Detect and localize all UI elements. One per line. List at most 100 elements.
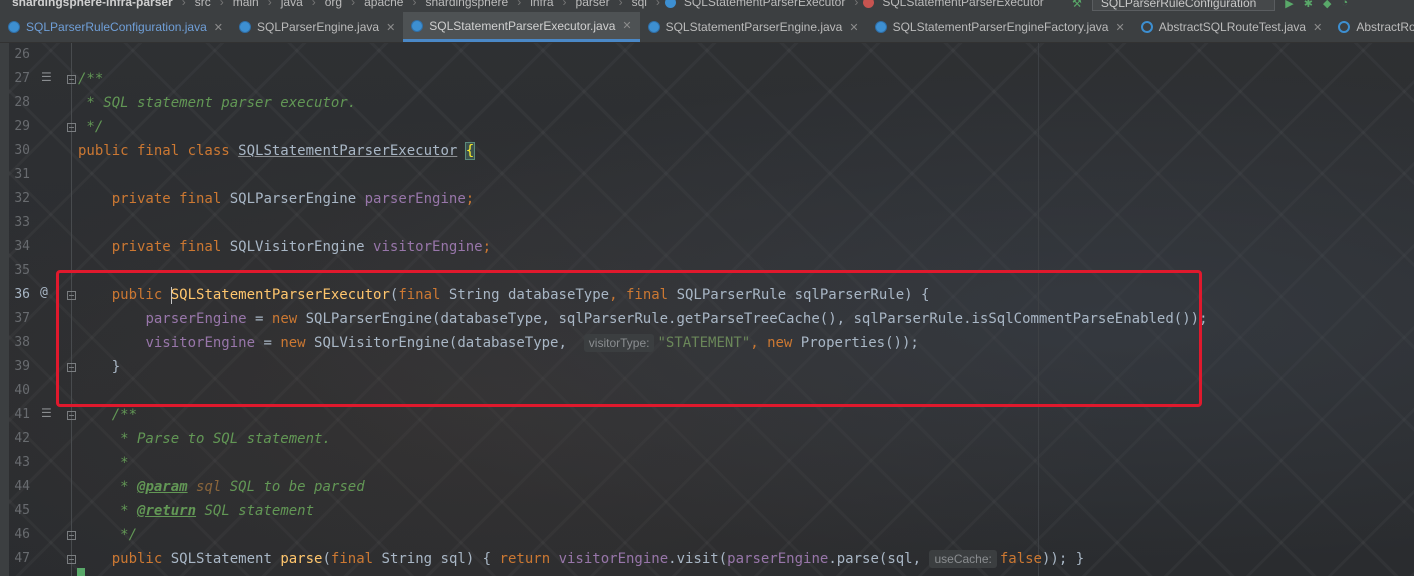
breadcrumb-separator: › <box>219 0 224 9</box>
tab-abstractsqlroutetest[interactable]: AbstractSQLRouteTest.java ✕ <box>1133 12 1331 42</box>
breadcrumb-separator: › <box>181 0 186 9</box>
tab-label: AbstractRoutingE <box>1356 20 1414 34</box>
coverage-icon[interactable]: ◆ <box>1323 0 1331 10</box>
javadoc-param-name: sql <box>196 479 222 495</box>
type-name[interactable]: SQLVisitorEngine <box>230 239 365 255</box>
breadcrumb-src[interactable]: src <box>191 0 215 9</box>
editor-tab-bar: SQLParserRuleConfiguration.java ✕ SQLPar… <box>0 12 1414 43</box>
breadcrumb-class[interactable]: SQLStatementParserExecutor <box>680 0 849 9</box>
brace: { <box>464 142 476 160</box>
comment: * SQL statement parser executor. <box>78 95 357 111</box>
code-line-47: public SQLStatement parse(final String s… <box>111 550 1085 568</box>
run-icon[interactable]: ▶ <box>1285 0 1293 10</box>
breadcrumb-separator: › <box>655 0 660 9</box>
tab-sqlstatementparserenginefactory[interactable]: SQLStatementParserEngineFactory.java ✕ <box>867 12 1133 42</box>
parameter-hint: useCache: <box>929 550 997 568</box>
javadoc-tag: @param <box>137 479 188 495</box>
close-icon[interactable]: ✕ <box>849 21 858 34</box>
abstract-class-icon <box>1338 21 1351 33</box>
code-line-34: private final SQLVisitorEngine visitorEn… <box>78 235 491 259</box>
comment: */ <box>78 119 104 135</box>
class-name[interactable]: SQLStatementParserExecutor <box>238 143 457 159</box>
semicolon: ; <box>482 239 492 255</box>
tab-label: SQLParserRuleConfiguration.java <box>26 20 207 34</box>
semicolon: ; <box>465 191 475 207</box>
keyword: false <box>999 551 1042 567</box>
tab-sqlparserruleconfiguration[interactable]: SQLParserRuleConfiguration.java ✕ <box>0 12 231 42</box>
code-line-32: private final SQLParserEngine parserEngi… <box>78 187 474 211</box>
tab-abstractrouting[interactable]: AbstractRoutingE <box>1330 12 1414 42</box>
keyword: private final <box>111 239 222 255</box>
breadcrumb-project[interactable]: shardingsphere-infra-parser <box>8 0 177 9</box>
code-line-27: /** <box>78 67 103 91</box>
comment: * <box>111 479 138 495</box>
method-icon <box>863 0 875 8</box>
class-icon <box>874 21 887 33</box>
comment: */ <box>111 527 138 543</box>
tab-sqlparserengine[interactable]: SQLParserEngine.java ✕ <box>231 12 403 42</box>
keyword: final <box>330 551 374 567</box>
hammer-icon[interactable]: ⚒ <box>1072 0 1082 10</box>
close-icon[interactable]: ✕ <box>214 21 223 34</box>
breadcrumb-main[interactable]: main <box>229 0 263 9</box>
navigation-bar: shardingsphere-infra-parser › src › main… <box>0 0 1414 12</box>
breadcrumb-parser[interactable]: parser <box>572 0 614 9</box>
close-icon[interactable]: ✕ <box>386 21 395 34</box>
change-marker <box>77 568 85 576</box>
field-name[interactable]: visitorEngine <box>559 551 669 567</box>
class-icon <box>664 0 676 8</box>
field-name[interactable]: parserEngine <box>727 551 828 567</box>
field-name[interactable]: visitorEngine <box>373 239 483 255</box>
code-line-30: public final class SQLStatementParserExe… <box>78 139 476 163</box>
breadcrumb-java[interactable]: java <box>277 0 307 9</box>
class-icon <box>238 21 251 33</box>
tab-sqlstatementparserexecutor[interactable]: SQLStatementParserExecutor.java ✕ <box>403 12 640 42</box>
tab-label: SQLStatementParserEngineFactory.java <box>892 20 1109 34</box>
code-line-43: * <box>78 451 129 475</box>
class-icon <box>8 21 20 33</box>
breadcrumb-apache[interactable]: apache <box>360 0 407 9</box>
expression: .parse(sql, <box>828 551 922 567</box>
breadcrumb: shardingsphere-infra-parser › src › main… <box>8 0 1048 9</box>
expression: .visit( <box>668 551 728 567</box>
code-line-46: */ <box>78 523 137 547</box>
javadoc-tag: @return <box>137 503 197 519</box>
abstract-class-icon <box>1140 21 1153 33</box>
close-icon[interactable]: ✕ <box>622 19 631 32</box>
close-icon[interactable]: ✕ <box>1115 21 1124 34</box>
code-line-45: * @return SQL statement <box>78 499 314 523</box>
breadcrumb-separator: › <box>311 0 316 9</box>
breadcrumb-separator: › <box>562 0 567 9</box>
run-configuration-select[interactable]: SQLParserRuleConfiguration <box>1091 0 1276 11</box>
param-type[interactable]: String <box>382 551 433 567</box>
keyword: return <box>499 551 551 567</box>
method-name[interactable]: parse <box>280 551 322 567</box>
keyword: public final class <box>78 143 230 159</box>
expression: )); } <box>1042 551 1085 567</box>
comment: /** <box>111 407 138 423</box>
breadcrumb-shardingsphere[interactable]: shardingsphere <box>421 0 512 9</box>
comment: SQL statement <box>196 503 315 519</box>
code-line-44: * @param sql SQL to be parsed <box>78 475 365 499</box>
close-icon[interactable]: ✕ <box>1313 21 1322 34</box>
breadcrumb-infra[interactable]: infra <box>526 0 557 9</box>
keyword: public <box>111 551 163 567</box>
type-name[interactable]: SQLParserEngine <box>230 191 356 207</box>
code-line-42: * Parse to SQL statement. <box>78 427 331 451</box>
breadcrumb-sql[interactable]: sql <box>628 0 651 9</box>
profile-icon[interactable]: ◔ <box>1341 0 1348 9</box>
breadcrumb-separator: › <box>854 0 859 9</box>
breadcrumb-member[interactable]: SQLStatementParserExecutor <box>878 0 1047 9</box>
tab-label: SQLStatementParserEngine.java <box>665 20 843 34</box>
type-name[interactable]: SQLStatement <box>171 551 272 567</box>
debug-icon[interactable]: ✱ <box>1304 0 1313 10</box>
comment: SQL to be parsed <box>221 479 365 495</box>
breadcrumb-separator: › <box>618 0 623 9</box>
tab-sqlstatementparserengine[interactable]: SQLStatementParserEngine.java ✕ <box>640 12 867 42</box>
tab-label: AbstractSQLRouteTest.java <box>1158 20 1307 34</box>
field-name[interactable]: parserEngine <box>365 191 466 207</box>
highlight-annotation-box <box>56 270 1202 407</box>
run-toolbar: ⚒ SQLParserRuleConfiguration ▶ ✱ ◆ ◔ <box>1072 0 1348 11</box>
comment: * <box>111 455 129 471</box>
breadcrumb-org[interactable]: org <box>321 0 346 9</box>
